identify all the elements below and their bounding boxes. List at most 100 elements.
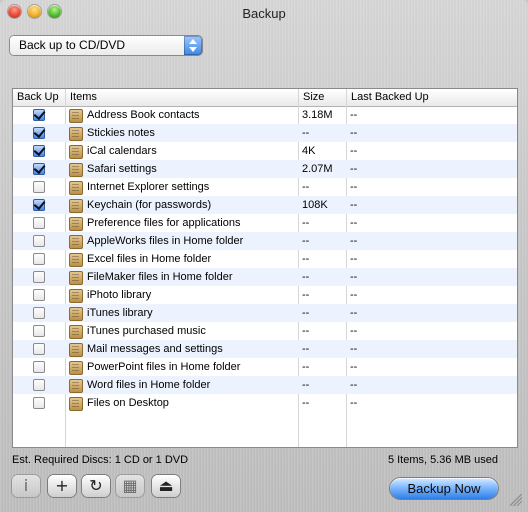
item-name: iPhoto library bbox=[87, 289, 152, 301]
plus-icon: + bbox=[55, 476, 69, 495]
backup-checkbox[interactable] bbox=[33, 109, 45, 121]
item-last-backed-up: -- bbox=[350, 325, 358, 337]
table-row[interactable]: PowerPoint files in Home folder -- -- bbox=[13, 358, 517, 376]
backup-checkbox[interactable] bbox=[33, 217, 45, 229]
table-row[interactable]: Keychain (for passwords) 108K -- bbox=[13, 196, 517, 214]
item-name: FileMaker files in Home folder bbox=[87, 271, 233, 283]
table-row[interactable]: iTunes purchased music -- -- bbox=[13, 322, 517, 340]
backup-window: Backup Back up to CD/DVD Back Up Items S… bbox=[0, 0, 528, 512]
table-row[interactable]: iCal calendars 4K -- bbox=[13, 142, 517, 160]
table-header: Back Up Items Size Last Backed Up bbox=[13, 89, 517, 107]
table-row[interactable]: Excel files in Home folder -- -- bbox=[13, 250, 517, 268]
table-row[interactable]: Files on Desktop -- -- bbox=[13, 394, 517, 412]
item-size: 2.07M bbox=[302, 163, 333, 175]
table-row[interactable]: Mail messages and settings -- -- bbox=[13, 340, 517, 358]
item-icon bbox=[69, 397, 83, 411]
item-last-backed-up: -- bbox=[350, 289, 358, 301]
item-last-backed-up: -- bbox=[350, 343, 358, 355]
est-required-discs: Est. Required Discs: 1 CD or 1 DVD bbox=[12, 454, 189, 466]
item-icon bbox=[69, 109, 83, 123]
item-icon bbox=[69, 361, 83, 375]
item-icon bbox=[69, 379, 83, 393]
item-name: Internet Explorer settings bbox=[87, 181, 210, 193]
table-row[interactable]: Safari settings 2.07M -- bbox=[13, 160, 517, 178]
item-name: Address Book contacts bbox=[87, 109, 200, 121]
header-last-backed-up[interactable]: Last Backed Up bbox=[347, 89, 521, 106]
item-last-backed-up: -- bbox=[350, 361, 358, 373]
table-row[interactable]: Internet Explorer settings -- -- bbox=[13, 178, 517, 196]
table-row[interactable]: Stickies notes -- -- bbox=[13, 124, 517, 142]
item-size: 4K bbox=[302, 145, 316, 157]
item-name: Preference files for applications bbox=[87, 217, 241, 229]
backup-now-button[interactable]: Backup Now bbox=[390, 478, 498, 499]
backup-checkbox[interactable] bbox=[33, 181, 45, 193]
item-size: -- bbox=[302, 397, 310, 409]
item-last-backed-up: -- bbox=[350, 253, 358, 265]
backup-checkbox[interactable] bbox=[33, 307, 45, 319]
backup-checkbox[interactable] bbox=[33, 325, 45, 337]
table-row[interactable]: FileMaker files in Home folder -- -- bbox=[13, 268, 517, 286]
backup-checkbox[interactable] bbox=[33, 271, 45, 283]
eject-button[interactable]: ⏏ bbox=[152, 475, 180, 497]
backup-checkbox[interactable] bbox=[33, 397, 45, 409]
refresh-button[interactable]: ↻ bbox=[82, 475, 110, 497]
backup-checkbox[interactable] bbox=[33, 379, 45, 391]
table-row[interactable]: Preference files for applications -- -- bbox=[13, 214, 517, 232]
backup-checkbox[interactable] bbox=[33, 253, 45, 265]
header-items[interactable]: Items bbox=[66, 89, 300, 106]
item-last-backed-up: -- bbox=[350, 199, 358, 211]
item-size: 3.18M bbox=[302, 109, 333, 121]
header-backup[interactable]: Back Up bbox=[13, 89, 69, 106]
item-icon bbox=[69, 307, 83, 321]
item-icon bbox=[69, 235, 83, 249]
item-name: AppleWorks files in Home folder bbox=[87, 235, 244, 247]
item-last-backed-up: -- bbox=[350, 127, 358, 139]
item-name: Excel files in Home folder bbox=[87, 253, 212, 265]
info-button[interactable]: i bbox=[12, 475, 40, 497]
backup-checkbox[interactable] bbox=[33, 235, 45, 247]
resize-grip-icon[interactable] bbox=[510, 494, 522, 506]
item-size: -- bbox=[302, 289, 310, 301]
item-icon bbox=[69, 289, 83, 303]
info-icon: i bbox=[23, 476, 29, 495]
backup-checkbox[interactable] bbox=[33, 289, 45, 301]
backup-destination-popup[interactable]: Back up to CD/DVD bbox=[10, 36, 202, 55]
item-last-backed-up: -- bbox=[350, 235, 358, 247]
add-button[interactable]: + bbox=[48, 475, 76, 497]
item-last-backed-up: -- bbox=[350, 181, 358, 193]
backup-checkbox[interactable] bbox=[33, 361, 45, 373]
item-last-backed-up: -- bbox=[350, 271, 358, 283]
item-icon bbox=[69, 127, 83, 141]
item-icon bbox=[69, 271, 83, 285]
table-row[interactable]: iPhoto library -- -- bbox=[13, 286, 517, 304]
item-last-backed-up: -- bbox=[350, 109, 358, 121]
item-icon bbox=[69, 325, 83, 339]
item-size: -- bbox=[302, 127, 310, 139]
backup-checkbox[interactable] bbox=[33, 145, 45, 157]
item-name: Safari settings bbox=[87, 163, 157, 175]
table-row[interactable]: Address Book contacts 3.18M -- bbox=[13, 106, 517, 124]
item-name: Word files in Home folder bbox=[87, 379, 211, 391]
item-size: -- bbox=[302, 307, 310, 319]
backup-checkbox[interactable] bbox=[33, 343, 45, 355]
item-icon bbox=[69, 343, 83, 357]
backup-checkbox[interactable] bbox=[33, 127, 45, 139]
schedule-button[interactable]: ▦ bbox=[116, 475, 144, 497]
eject-icon: ⏏ bbox=[158, 476, 174, 495]
backup-destination-selected: Back up to CD/DVD bbox=[19, 38, 126, 52]
item-name: iCal calendars bbox=[87, 145, 157, 157]
table-body: Address Book contacts 3.18M -- Stickies … bbox=[13, 106, 517, 447]
table-row[interactable]: Word files in Home folder -- -- bbox=[13, 376, 517, 394]
backup-checkbox[interactable] bbox=[33, 199, 45, 211]
table-row[interactable]: AppleWorks files in Home folder -- -- bbox=[13, 232, 517, 250]
item-size: -- bbox=[302, 235, 310, 247]
item-icon bbox=[69, 253, 83, 267]
item-size: -- bbox=[302, 325, 310, 337]
backup-checkbox[interactable] bbox=[33, 163, 45, 175]
item-last-backed-up: -- bbox=[350, 217, 358, 229]
table-row[interactable]: iTunes library -- -- bbox=[13, 304, 517, 322]
item-last-backed-up: -- bbox=[350, 397, 358, 409]
header-size[interactable]: Size bbox=[299, 89, 349, 106]
item-name: Files on Desktop bbox=[87, 397, 169, 409]
item-icon bbox=[69, 145, 83, 159]
